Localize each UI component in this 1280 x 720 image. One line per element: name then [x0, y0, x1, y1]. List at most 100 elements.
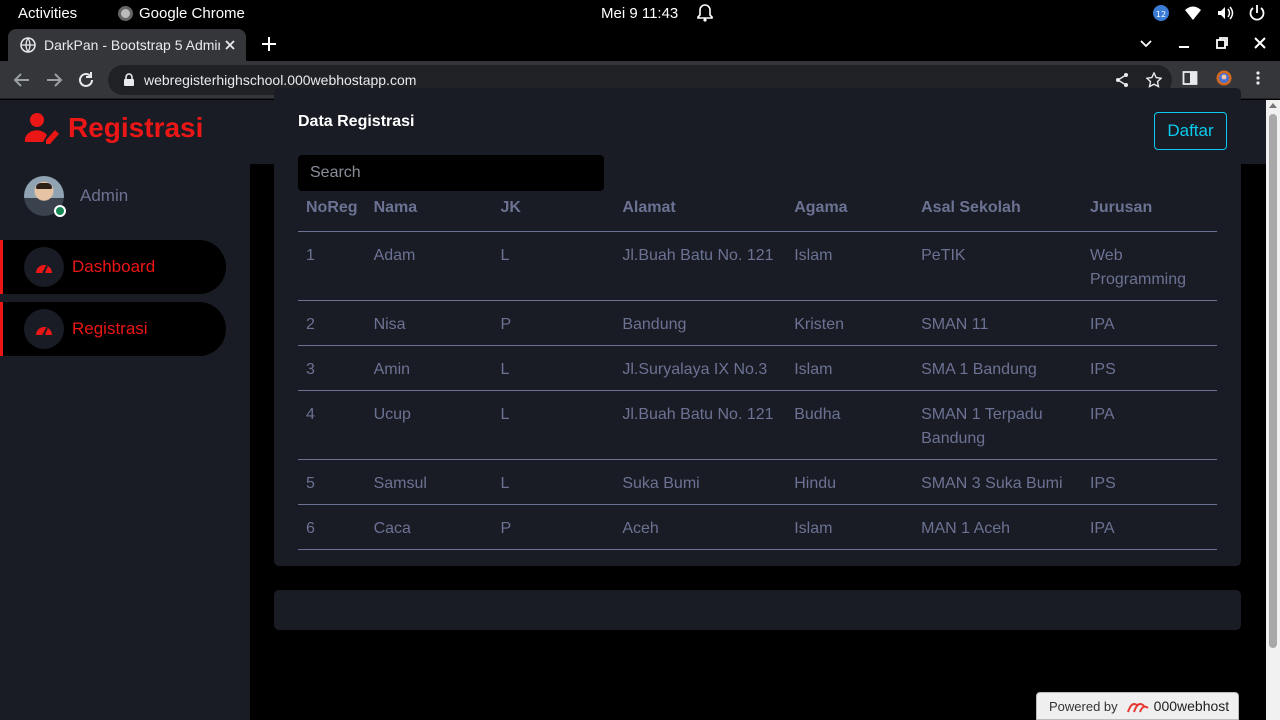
- svg-text:12: 12: [1156, 10, 1166, 19]
- cell-noreg: 4: [298, 390, 366, 460]
- cell-jurusan: IPS: [1081, 345, 1217, 391]
- tab-title: DarkPan - Bootstrap 5 Admin: [44, 37, 220, 53]
- cell-asal-sekolah: PeTIK: [913, 231, 1082, 301]
- lock-icon[interactable]: [122, 73, 136, 87]
- cell-noreg: 5: [298, 459, 366, 505]
- cell-jk: P: [492, 300, 615, 346]
- cell-alamat: Jl.Buah Batu No. 121: [614, 390, 787, 460]
- cell-jk: P: [492, 504, 615, 550]
- user-name: Admin: [80, 186, 129, 205]
- cell-agama: Islam: [786, 504, 914, 550]
- volume-icon: [1218, 6, 1234, 20]
- cell-jk: L: [492, 345, 615, 391]
- cell-noreg: 3: [298, 345, 366, 391]
- table-row: 1 Adam L Jl.Buah Batu No. 121 Islam PeTI…: [298, 231, 1217, 301]
- header-asal-sekolah: Asal Sekolah: [913, 199, 1082, 232]
- scroll-up-arrow-icon[interactable]: [1269, 103, 1277, 108]
- tachometer-icon: [36, 265, 52, 274]
- brand-name: Registrasi: [68, 112, 204, 143]
- page-scrollbar[interactable]: [1266, 100, 1280, 720]
- sidebar-item-label: Registrasi: [72, 319, 148, 338]
- restore-icon[interactable]: [1214, 35, 1230, 51]
- browser-tab[interactable]: DarkPan - Bootstrap 5 Admin: [8, 29, 246, 61]
- cell-nama: Amin: [365, 345, 493, 391]
- system-tray[interactable]: 12: [1152, 4, 1266, 22]
- sidebar-user: Admin: [24, 176, 129, 217]
- scrollbar-thumb[interactable]: [1269, 114, 1277, 648]
- table-row: 2 Nisa P Bandung Kristen SMAN 11 IPA: [298, 300, 1217, 346]
- secondary-card: [274, 590, 1241, 630]
- bookmark-star-icon[interactable]: [1146, 72, 1162, 88]
- registration-table: NoReg Nama JK Alamat Agama Asal Sekolah …: [298, 199, 1217, 550]
- app-name: Google Chrome: [139, 5, 245, 22]
- registration-card: Data Registrasi Daftar NoReg Nama JK Ala…: [274, 88, 1241, 566]
- cell-jk: L: [492, 231, 615, 301]
- table-row: 3 Amin L Jl.Suryalaya IX No.3 Islam SMA …: [298, 345, 1217, 391]
- close-tab-icon[interactable]: [222, 37, 238, 53]
- new-tab-icon[interactable]: [260, 35, 278, 53]
- reload-icon[interactable]: [77, 71, 95, 89]
- forward-icon[interactable]: [45, 71, 63, 89]
- header-jurusan: Jurusan: [1081, 199, 1217, 232]
- powered-by-badge[interactable]: Powered by 000webhost: [1036, 692, 1239, 720]
- cell-agama: Hindu: [786, 459, 914, 505]
- share-icon[interactable]: [1114, 72, 1130, 88]
- tab-strip: DarkPan - Bootstrap 5 Admin: [0, 27, 1280, 61]
- webhost-logo-icon: [1126, 703, 1149, 713]
- sidebar-item-label: Dashboard: [72, 257, 156, 276]
- daftar-button[interactable]: Daftar: [1154, 112, 1227, 150]
- cell-nama: Nisa: [365, 300, 493, 346]
- sidebar: Registrasi Admin Dashboard Registrasi: [0, 100, 250, 720]
- toolbar-actions: [1182, 70, 1266, 86]
- powered-by-brand: 000webhost: [1153, 698, 1230, 714]
- cell-jurusan: IPS: [1081, 459, 1217, 505]
- brand-logo[interactable]: Registrasi: [24, 112, 203, 144]
- app-menu[interactable]: Google Chrome: [118, 5, 245, 22]
- powered-by-text: Powered by: [1049, 698, 1118, 714]
- search-input[interactable]: [298, 155, 604, 191]
- online-status-dot: [54, 205, 66, 217]
- cell-jurusan: IPA: [1081, 390, 1217, 460]
- cell-asal-sekolah: SMAN 11: [913, 300, 1082, 346]
- cell-jk: L: [492, 390, 615, 460]
- tachometer-icon: [36, 327, 52, 336]
- back-icon[interactable]: [13, 71, 31, 89]
- sidebar-item-registrasi[interactable]: Registrasi: [0, 302, 226, 356]
- table-header-row: NoReg Nama JK Alamat Agama Asal Sekolah …: [298, 199, 1217, 232]
- cell-jurusan: Web Programming: [1081, 231, 1217, 301]
- user-edit-icon: [24, 113, 59, 144]
- sidebar-item-dashboard[interactable]: Dashboard: [0, 240, 226, 294]
- cell-asal-sekolah: SMA 1 Bandung: [913, 345, 1082, 391]
- close-window-icon[interactable]: [1252, 35, 1268, 51]
- globe-icon: [20, 37, 36, 53]
- header-alamat: Alamat: [614, 199, 787, 232]
- header-jk: JK: [492, 199, 615, 232]
- more-menu-icon[interactable]: [1250, 70, 1266, 86]
- side-panel-icon[interactable]: [1182, 70, 1198, 86]
- cell-jurusan: IPA: [1081, 300, 1217, 346]
- header-noreg: NoReg: [298, 199, 366, 232]
- activities-button[interactable]: Activities: [18, 5, 77, 22]
- profile-icon[interactable]: [1216, 70, 1232, 86]
- cell-alamat: Jl.Buah Batu No. 121: [614, 231, 787, 301]
- tab-search-icon[interactable]: [1138, 35, 1154, 51]
- bell-icon: [697, 4, 713, 22]
- os-top-bar: Activities Google Chrome Mei 9 11:43 12: [0, 0, 1280, 27]
- chrome-icon: [118, 6, 133, 21]
- power-icon: [1249, 5, 1265, 21]
- minimize-icon[interactable]: [1176, 35, 1192, 51]
- table-row: 4 Ucup L Jl.Buah Batu No. 121 Budha SMAN…: [298, 390, 1217, 460]
- cell-nama: Samsul: [365, 459, 493, 505]
- header-agama: Agama: [786, 199, 914, 232]
- cell-asal-sekolah: SMAN 3 Suka Bumi: [913, 459, 1082, 505]
- cell-jk: L: [492, 459, 615, 505]
- clock[interactable]: Mei 9 11:43: [601, 5, 678, 22]
- cell-noreg: 1: [298, 231, 366, 301]
- header-nama: Nama: [365, 199, 493, 232]
- cell-agama: Kristen: [786, 300, 914, 346]
- cell-noreg: 2: [298, 300, 366, 346]
- cell-alamat: Aceh: [614, 504, 787, 550]
- url-text: webregisterhighschool.000webhostapp.com: [144, 72, 417, 88]
- omnibox-actions: [1114, 72, 1162, 88]
- cell-alamat: Bandung: [614, 300, 787, 346]
